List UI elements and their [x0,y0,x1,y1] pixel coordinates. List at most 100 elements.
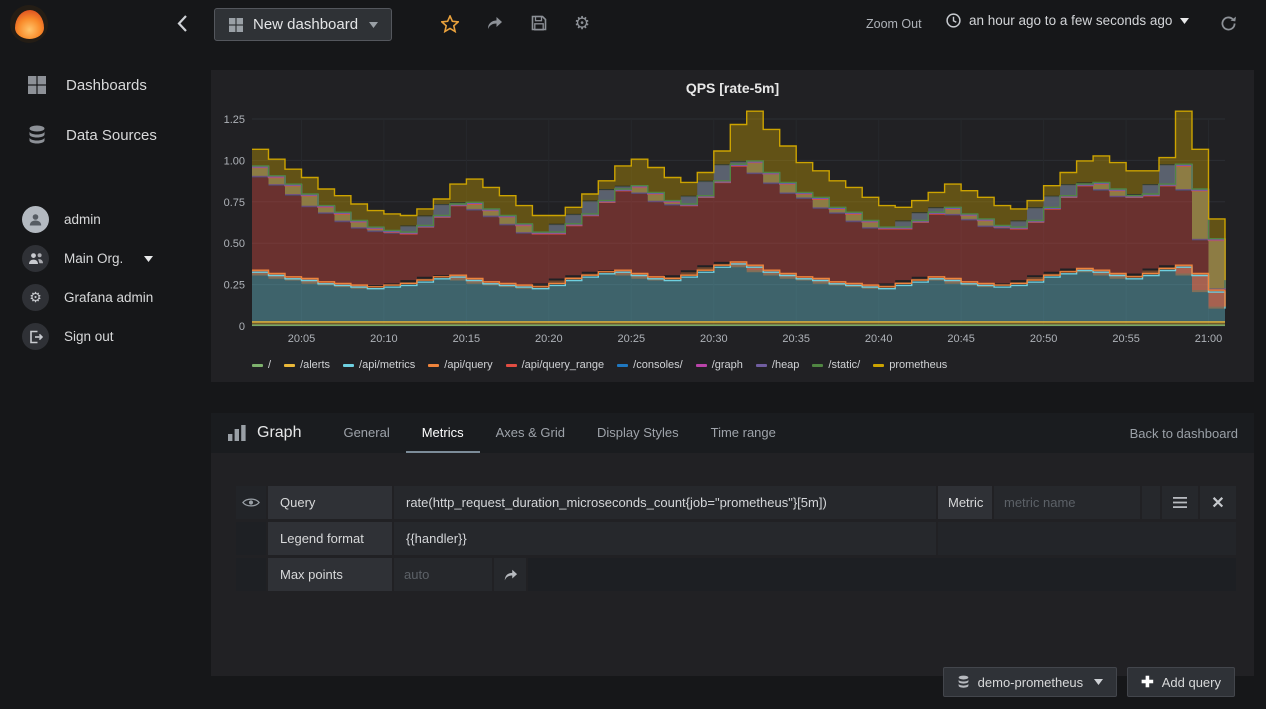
time-range-picker[interactable]: an hour ago to a few seconds ago [946,13,1190,28]
svg-text:20:20: 20:20 [535,333,563,345]
refresh-icon[interactable] [1220,15,1237,32]
gear-icon[interactable]: ⚙ [574,13,590,34]
query-menu-button[interactable] [1162,486,1198,519]
sidebar-item-dashboards[interactable]: Dashboards [0,60,211,110]
star-icon[interactable] [441,15,459,33]
svg-text:0.25: 0.25 [224,280,245,292]
legend-item[interactable]: prometheus [873,359,947,371]
add-query-label: Add query [1161,674,1221,690]
svg-text:1.00: 1.00 [224,155,245,167]
svg-text:0.50: 0.50 [224,238,245,250]
toggle-query-visibility-button[interactable] [236,486,266,519]
legend-item[interactable]: /alerts [284,359,330,371]
query-row: Query Metric ✕ [236,486,1236,519]
datasource-label: demo-prometheus [977,674,1084,690]
grafana-logo[interactable] [10,5,48,43]
max-points-row: Max points [236,558,1236,591]
caret-down-icon [1094,679,1104,685]
clock-icon [946,13,961,28]
legend-format-input[interactable] [406,531,936,546]
sidebar-item-admin-profile[interactable]: admin [0,200,211,239]
svg-text:20:40: 20:40 [865,333,893,345]
sidebar-item-sign-out[interactable]: Sign out [0,317,211,356]
svg-text:21:00: 21:00 [1195,333,1223,345]
svg-text:20:30: 20:30 [700,333,728,345]
tab-general[interactable]: General [327,413,405,453]
svg-text:20:50: 20:50 [1030,333,1058,345]
metric-name-input[interactable] [1004,495,1140,510]
metric-label: Metric [938,486,992,519]
add-query-button[interactable]: ✚ Add query [1127,667,1235,697]
max-points-input[interactable] [404,567,492,582]
tab-metrics[interactable]: Metrics [406,413,480,453]
svg-text:20:25: 20:25 [618,333,646,345]
time-range-label: an hour ago to a few seconds ago [969,13,1173,28]
legend-item[interactable]: /heap [755,359,799,371]
graph-panel: QPS [rate-5m] 0 0.25 0.50 0.75 1.00 1.25 20:05… [211,70,1254,382]
legend-item[interactable]: /consoles/ [617,359,683,371]
sidebar-item-grafana-admin[interactable]: ⚙ Grafana admin [0,278,211,317]
plus-icon: ✚ [1141,674,1154,691]
grid-icon [228,17,244,33]
grafana-flame-icon [14,9,44,39]
svg-text:20:05: 20:05 [288,333,316,345]
remove-query-button[interactable]: ✕ [1200,486,1236,519]
users-icon [22,245,49,272]
close-icon: ✕ [1211,494,1225,512]
row-spacer-cell [236,558,266,591]
user-avatar-icon [22,206,49,233]
svg-text:1.25: 1.25 [224,114,245,126]
gear-icon: ⚙ [22,284,49,311]
sign-out-label: Sign out [64,329,114,344]
caret-down-icon [144,255,154,262]
legend-item[interactable]: /static/ [812,359,860,371]
svg-text:20:35: 20:35 [782,333,810,345]
grafana-admin-label: Grafana admin [64,290,154,305]
max-points-input-cell [394,558,492,591]
caret-down-icon [1180,17,1190,24]
query-input[interactable] [406,495,936,510]
editor-title: Graph [257,424,302,441]
save-icon[interactable] [531,15,547,31]
dashboard-title: New dashboard [253,16,359,33]
legend-item[interactable]: /api/metrics [343,359,415,371]
caret-down-icon [369,21,379,28]
datasource-picker-button[interactable]: demo-prometheus [942,667,1118,697]
query-row-spacer [1142,486,1160,519]
metric-input-cell [994,486,1140,519]
sidebar-item-data-sources[interactable]: Data Sources [0,110,211,160]
sidebar-item-main-org[interactable]: Main Org. [0,239,211,278]
share-icon[interactable] [486,15,503,31]
sidebar: Dashboards Data Sources admin Main Org. … [0,48,211,684]
panel-title[interactable]: QPS [rate-5m] [211,70,1254,106]
legend-format-input-cell [394,522,936,555]
share-icon [503,568,518,582]
share-query-button[interactable] [494,558,526,591]
hamburger-menu-icon [1173,497,1187,508]
back-to-dashboard-link[interactable]: Back to dashboard [1130,426,1238,441]
legend-item[interactable]: / [252,359,271,371]
chevron-left-icon[interactable] [176,14,189,33]
svg-text:0: 0 [239,321,245,333]
svg-text:20:15: 20:15 [453,333,481,345]
chart-legend: / /alerts/api/metrics/api/query/api/query… [211,350,1254,380]
svg-text:0.75: 0.75 [224,197,245,209]
panel-editor: Graph General Metrics Axes & Grid Displa… [211,413,1254,697]
zoom-out-button[interactable]: Zoom Out [866,17,922,31]
dashboard-picker-button[interactable]: New dashboard [214,8,393,41]
legend-format-label: Legend format [268,522,392,555]
query-editor-table: Query Metric ✕ Legend format [236,486,1236,591]
legend-item[interactable]: /api/query [428,359,493,371]
tab-display-styles[interactable]: Display Styles [581,413,695,453]
legend-item[interactable]: /graph [695,359,743,371]
legend-format-row: Legend format [236,522,1236,555]
sidebar-item-label: Data Sources [66,126,157,144]
editor-tab-bar: Graph General Metrics Axes & Grid Displa… [211,413,1254,453]
tab-time-range[interactable]: Time range [695,413,792,453]
legend-item[interactable]: /api/query_range [505,359,604,371]
eye-icon [242,497,260,508]
qps-chart[interactable]: 0 0.25 0.50 0.75 1.00 1.25 20:05 20:10 20:15 20:2… [211,106,1254,350]
tab-axes-grid[interactable]: Axes & Grid [480,413,581,453]
row-spacer-cell [236,522,266,555]
top-nav: New dashboard ⚙ Zoom Out an hour ago to … [0,0,1266,48]
